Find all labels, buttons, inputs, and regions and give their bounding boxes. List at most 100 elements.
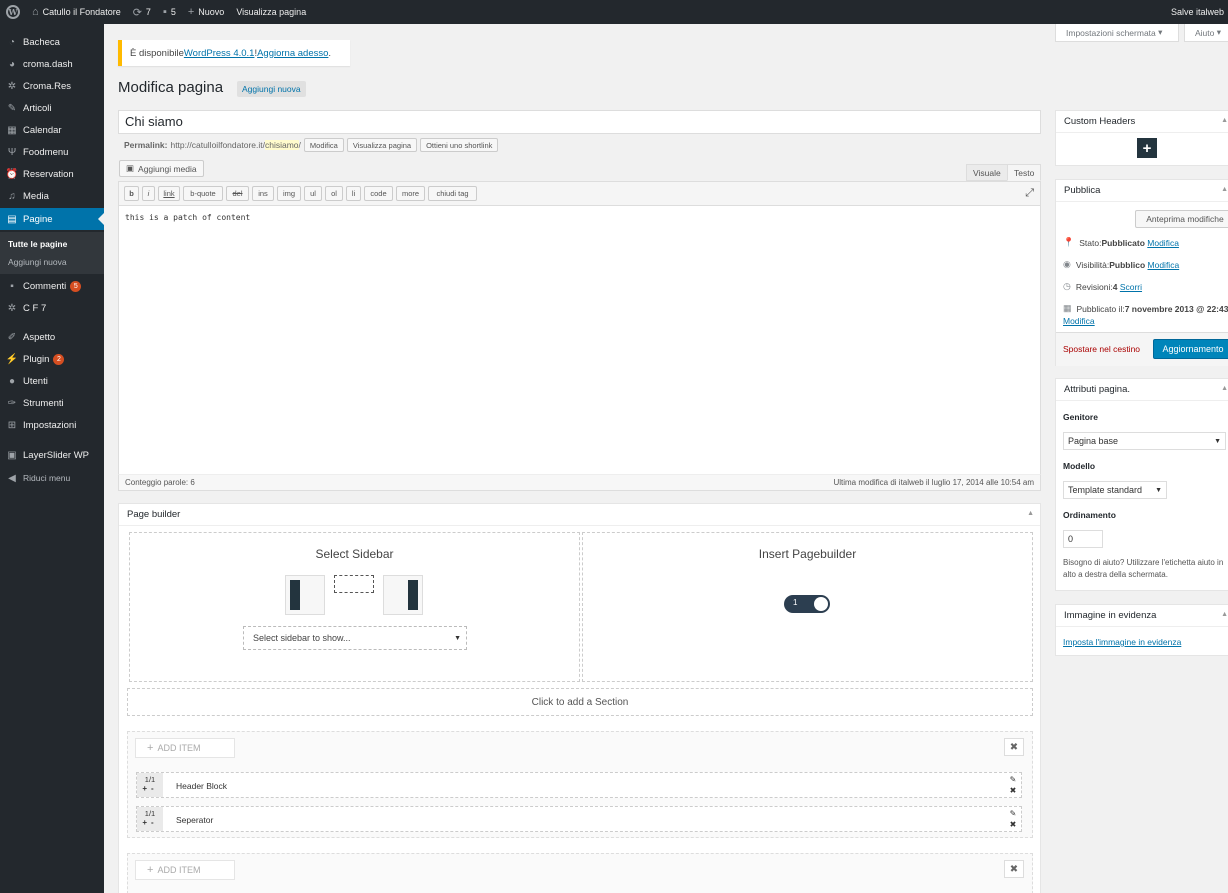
- sidebar-select[interactable]: Select sidebar to show... ▼: [243, 626, 467, 650]
- right-sidebar-option[interactable]: [383, 575, 423, 615]
- qt-bquote-button[interactable]: b-quote: [183, 186, 223, 201]
- set-featured-image-link[interactable]: Imposta l'immagine in evidenza: [1063, 637, 1181, 647]
- account-greeting[interactable]: Salve italweb: [1171, 7, 1224, 17]
- update-notice: È disponibile WordPress 4.0.1! Aggiorna …: [118, 40, 350, 66]
- menu-item-croma-dash[interactable]: ◕ croma.dash: [0, 53, 104, 75]
- permalink-slug[interactable]: chisiamo: [264, 140, 299, 150]
- screen-options-tab[interactable]: Impostazioni schermata ▾: [1055, 24, 1179, 42]
- permalink-edit-button[interactable]: Modifica: [303, 138, 344, 152]
- permalink-base[interactable]: http://catulloilfondatore.it/: [170, 140, 265, 150]
- add-new-button[interactable]: Aggiungi nuova: [237, 81, 306, 97]
- menu-item-plugin[interactable]: ⚡ Plugin 2: [0, 348, 104, 370]
- qt-li-button[interactable]: li: [346, 186, 361, 201]
- page-attributes-header[interactable]: Attributi pagina. ▲: [1056, 379, 1228, 401]
- add-section-button[interactable]: Click to add a Section: [127, 688, 1033, 716]
- post-title-input[interactable]: Chi siamo: [118, 110, 1041, 134]
- left-sidebar-option[interactable]: [285, 575, 325, 615]
- site-name-link[interactable]: ⌂ Catullo il Fondatore: [26, 0, 127, 24]
- resize-plus-minus[interactable]: +-: [137, 818, 163, 827]
- tab-text[interactable]: Testo: [1007, 164, 1042, 181]
- order-input[interactable]: 0: [1063, 530, 1103, 548]
- delete-section-icon[interactable]: ✖: [1004, 738, 1024, 756]
- collapse-arrow-icon[interactable]: ▲: [1221, 385, 1228, 392]
- menu-item-commenti[interactable]: ▪ Commenti 5: [0, 275, 104, 297]
- editor-content[interactable]: this is a patch of content: [125, 213, 250, 222]
- qt-link-button[interactable]: link: [158, 186, 180, 201]
- status-edit-link[interactable]: Modifica: [1147, 238, 1179, 248]
- fullscreen-icon[interactable]: ⤢: [1025, 187, 1034, 200]
- wp-logo-menu[interactable]: W: [0, 0, 26, 24]
- preview-changes-button[interactable]: Anteprima modifiche: [1135, 210, 1228, 228]
- qt-more-button[interactable]: more: [396, 186, 425, 201]
- no-sidebar-option[interactable]: [334, 575, 374, 593]
- menu-item-strumenti[interactable]: ✑ Strumenti: [0, 392, 104, 414]
- move-to-trash-link[interactable]: Spostare nel cestino: [1063, 344, 1140, 354]
- qt-ins-button[interactable]: ins: [252, 186, 274, 201]
- builder-block[interactable]: 1/1 +- Seperator ✎ ✖: [136, 806, 1022, 832]
- qt-code-button[interactable]: code: [364, 186, 393, 201]
- block-size-control[interactable]: 1/1 +-: [137, 773, 163, 797]
- custom-headers-header[interactable]: Custom Headers ▲: [1056, 111, 1228, 133]
- published-edit-link[interactable]: Modifica: [1063, 316, 1095, 326]
- submenu-add-new[interactable]: Aggiungi nuova: [8, 257, 67, 267]
- builder-block[interactable]: 1/1 +- Header Block ✎ ✖: [136, 772, 1022, 798]
- page-builder-header[interactable]: Page builder ▲: [119, 504, 1040, 526]
- help-tab[interactable]: Aiuto ▾: [1184, 24, 1228, 42]
- qt-bold-button[interactable]: b: [124, 186, 139, 201]
- template-select[interactable]: Template standard ▼: [1063, 481, 1167, 499]
- menu-item-croma-res[interactable]: ✲ Croma.Res: [0, 75, 104, 97]
- qt-del-button[interactable]: del: [226, 186, 249, 201]
- menu-item-pagine[interactable]: ▤ Pagine: [0, 208, 104, 230]
- revisions-browse-link[interactable]: Scorri: [1120, 282, 1142, 292]
- qt-ul-button[interactable]: ul: [304, 186, 322, 201]
- menu-item-aspetto[interactable]: ✐ Aspetto: [0, 326, 104, 348]
- add-item-button[interactable]: + ADD ITEM: [135, 860, 235, 880]
- menu-item-calendar[interactable]: ▦ Calendar: [0, 119, 104, 141]
- qt-ol-button[interactable]: ol: [325, 186, 343, 201]
- view-page-link[interactable]: Visualizza pagina: [230, 0, 312, 24]
- parent-select[interactable]: Pagina base ▼: [1063, 432, 1226, 450]
- edit-pencil-icon[interactable]: ✎: [1010, 775, 1017, 784]
- page-builder-box: Page builder ▲ Select Sidebar Select side…: [118, 503, 1041, 893]
- add-media-button[interactable]: ▣ Aggiungi media: [119, 160, 204, 177]
- wordpress-version-link[interactable]: WordPress 4.0.1: [184, 48, 255, 59]
- tab-visual[interactable]: Visuale: [966, 164, 1008, 181]
- update-now-link[interactable]: Aggiorna adesso: [257, 48, 328, 59]
- visibility-edit-link[interactable]: Modifica: [1148, 260, 1180, 270]
- collapse-arrow-icon[interactable]: ▲: [1027, 510, 1034, 517]
- publish-header[interactable]: Pubblica ▲: [1056, 180, 1228, 202]
- menu-item-media[interactable]: ♫ Media: [0, 185, 104, 207]
- delete-section-icon[interactable]: ✖: [1004, 860, 1024, 878]
- remove-block-icon[interactable]: ✖: [1010, 820, 1017, 829]
- menu-item-utenti[interactable]: ● Utenti: [0, 370, 104, 392]
- menu-item-bacheca[interactable]: ◔ Bacheca: [0, 31, 104, 53]
- menu-item-impostazioni[interactable]: ⊞ Impostazioni: [0, 414, 104, 436]
- menu-item-cf7[interactable]: ✲ C F 7: [0, 297, 104, 319]
- collapse-arrow-icon[interactable]: ▲: [1221, 611, 1228, 618]
- get-shortlink-button[interactable]: Ottieni uno shortlink: [420, 138, 499, 152]
- collapse-arrow-icon[interactable]: ▲: [1221, 117, 1228, 124]
- menu-item-reservation[interactable]: ⏰ Reservation: [0, 163, 104, 185]
- pagebuilder-toggle[interactable]: 1: [784, 595, 830, 613]
- menu-item-foodmenu[interactable]: Ψ Foodmenu: [0, 141, 104, 163]
- edit-pencil-icon[interactable]: ✎: [1010, 809, 1017, 818]
- menu-item-layerslider[interactable]: ▣ LayerSlider WP: [0, 444, 104, 466]
- submenu-all-pages[interactable]: Tutte le pagine: [8, 239, 67, 249]
- update-button[interactable]: Aggiornamento: [1153, 339, 1228, 359]
- resize-plus-minus[interactable]: +-: [137, 784, 163, 793]
- featured-image-header[interactable]: Immagine in evidenza ▲: [1056, 605, 1228, 627]
- new-content-link[interactable]: + Nuovo: [182, 0, 230, 24]
- qt-italic-button[interactable]: i: [142, 186, 155, 201]
- collapse-arrow-icon[interactable]: ▲: [1221, 186, 1228, 193]
- comments-link[interactable]: ▪ 5: [157, 0, 182, 24]
- menu-item-articoli[interactable]: ✎ Articoli: [0, 97, 104, 119]
- block-size-control[interactable]: 1/1 +-: [137, 807, 163, 831]
- qt-close-tags-button[interactable]: chiudi tag: [428, 186, 477, 201]
- add-item-button[interactable]: + ADD ITEM: [135, 738, 235, 758]
- qt-img-button[interactable]: img: [277, 186, 301, 201]
- collapse-menu[interactable]: ◀ Riduci menu: [0, 467, 104, 489]
- updates-link[interactable]: ⟳ 7: [127, 0, 157, 24]
- add-header-button[interactable]: +: [1137, 138, 1157, 158]
- remove-block-icon[interactable]: ✖: [1010, 786, 1017, 795]
- view-page-button[interactable]: Visualizza pagina: [346, 138, 418, 152]
